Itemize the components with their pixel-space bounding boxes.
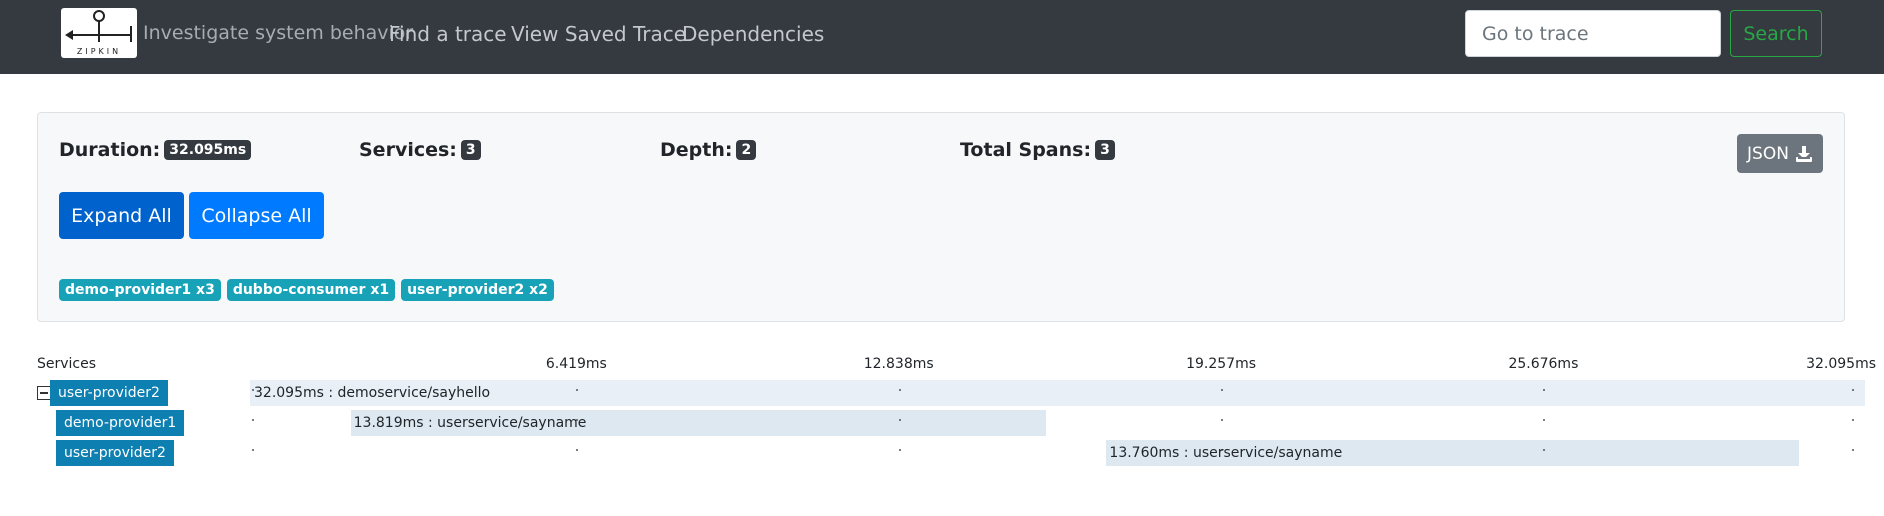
collapse-all-button[interactable]: Collapse All bbox=[189, 192, 324, 239]
duration-badge: 32.095ms bbox=[164, 140, 252, 160]
total-spans-label: Total Spans: bbox=[960, 139, 1092, 161]
span-service-label[interactable]: demo-provider1 bbox=[56, 410, 185, 436]
tick-dot bbox=[1851, 449, 1854, 451]
trace-timeline: Services 6.419ms 12.838ms 19.257ms 25.676ms… bbox=[0, 350, 1884, 480]
tick-dot bbox=[1851, 389, 1854, 391]
tagline: Investigate system behavior bbox=[143, 22, 414, 44]
download-icon bbox=[1795, 145, 1812, 162]
span-duration-bar[interactable] bbox=[250, 380, 1865, 406]
tick-dot bbox=[898, 419, 901, 421]
tick-dot bbox=[1851, 419, 1854, 421]
depth-badge: 2 bbox=[736, 140, 757, 160]
service-badge[interactable]: user-provider2 x2 bbox=[401, 279, 554, 301]
expand-all-button[interactable]: Expand All bbox=[59, 192, 184, 239]
services-label: Services: bbox=[359, 139, 457, 161]
trace-summary-panel: Duration: 32.095ms Services: 3 Depth: 2 Tot… bbox=[37, 112, 1845, 322]
services-badge: 3 bbox=[460, 140, 481, 160]
span-label: 13.819ms : userservice/sayname bbox=[353, 415, 587, 431]
nav-view-saved-trace[interactable]: View Saved Trace bbox=[511, 22, 686, 46]
service-badge[interactable]: dubbo-consumer x1 bbox=[226, 279, 396, 301]
top-navbar: ZIPKIN Investigate system behavior Find … bbox=[0, 0, 1884, 74]
collapse-toggle-icon[interactable] bbox=[37, 386, 51, 400]
tick-dot bbox=[252, 419, 254, 421]
depth-label: Depth: bbox=[660, 139, 733, 161]
timeline-tick-label: 12.838ms bbox=[863, 356, 934, 372]
tick-dot bbox=[898, 389, 901, 391]
total-spans-badge: 3 bbox=[1095, 140, 1115, 160]
logo-text: ZIPKIN bbox=[77, 47, 121, 56]
span-row[interactable]: 32.095ms : demoservice/sayhello user-prov… bbox=[0, 380, 1884, 406]
span-service-label[interactable]: user-provider2 bbox=[50, 380, 168, 406]
search-button[interactable]: Search bbox=[1730, 10, 1822, 57]
span-row[interactable]: 13.760ms : userservice/sayname user-provi… bbox=[0, 440, 1884, 466]
json-download-button[interactable]: JSON bbox=[1737, 134, 1823, 173]
timeline-tick-label: 19.257ms bbox=[1186, 356, 1257, 372]
zipkin-logo[interactable]: ZIPKIN bbox=[61, 8, 137, 58]
nav-find-trace[interactable]: Find a trace bbox=[389, 22, 507, 46]
depth-stat: Depth: 2 bbox=[660, 139, 757, 161]
services-stat: Services: 3 bbox=[359, 139, 481, 161]
services-column-header: Services bbox=[37, 356, 97, 372]
span-label: 13.760ms : userservice/sayname bbox=[1109, 445, 1343, 461]
service-badge[interactable]: demo-provider1 x3 bbox=[59, 279, 221, 301]
timeline-tick-label: 25.676ms bbox=[1508, 356, 1579, 372]
json-button-label: JSON bbox=[1747, 143, 1789, 164]
total-spans-stat: Total Spans: 3 bbox=[960, 139, 1115, 161]
duration-stat: Duration: 32.095ms bbox=[59, 139, 252, 161]
tick-dot bbox=[252, 449, 254, 451]
nav-dependencies[interactable]: Dependencies bbox=[682, 22, 824, 46]
duration-label: Duration: bbox=[59, 139, 161, 161]
span-label: 32.095ms : demoservice/sayhello bbox=[254, 385, 491, 401]
timeline-tick-label: 6.419ms bbox=[545, 356, 607, 372]
timeline-tick-label: 32.095ms bbox=[1806, 356, 1876, 372]
tick-dot bbox=[898, 449, 901, 451]
span-row[interactable]: 13.819ms : userservice/sayname demo-provi… bbox=[0, 410, 1884, 436]
service-badge-list: demo-provider1 x3 dubbo-consumer x1 user… bbox=[59, 279, 554, 301]
zipkin-logo-icon: ZIPKIN bbox=[65, 10, 132, 56]
span-service-label[interactable]: user-provider2 bbox=[56, 440, 174, 466]
go-to-trace-input[interactable] bbox=[1465, 10, 1721, 57]
